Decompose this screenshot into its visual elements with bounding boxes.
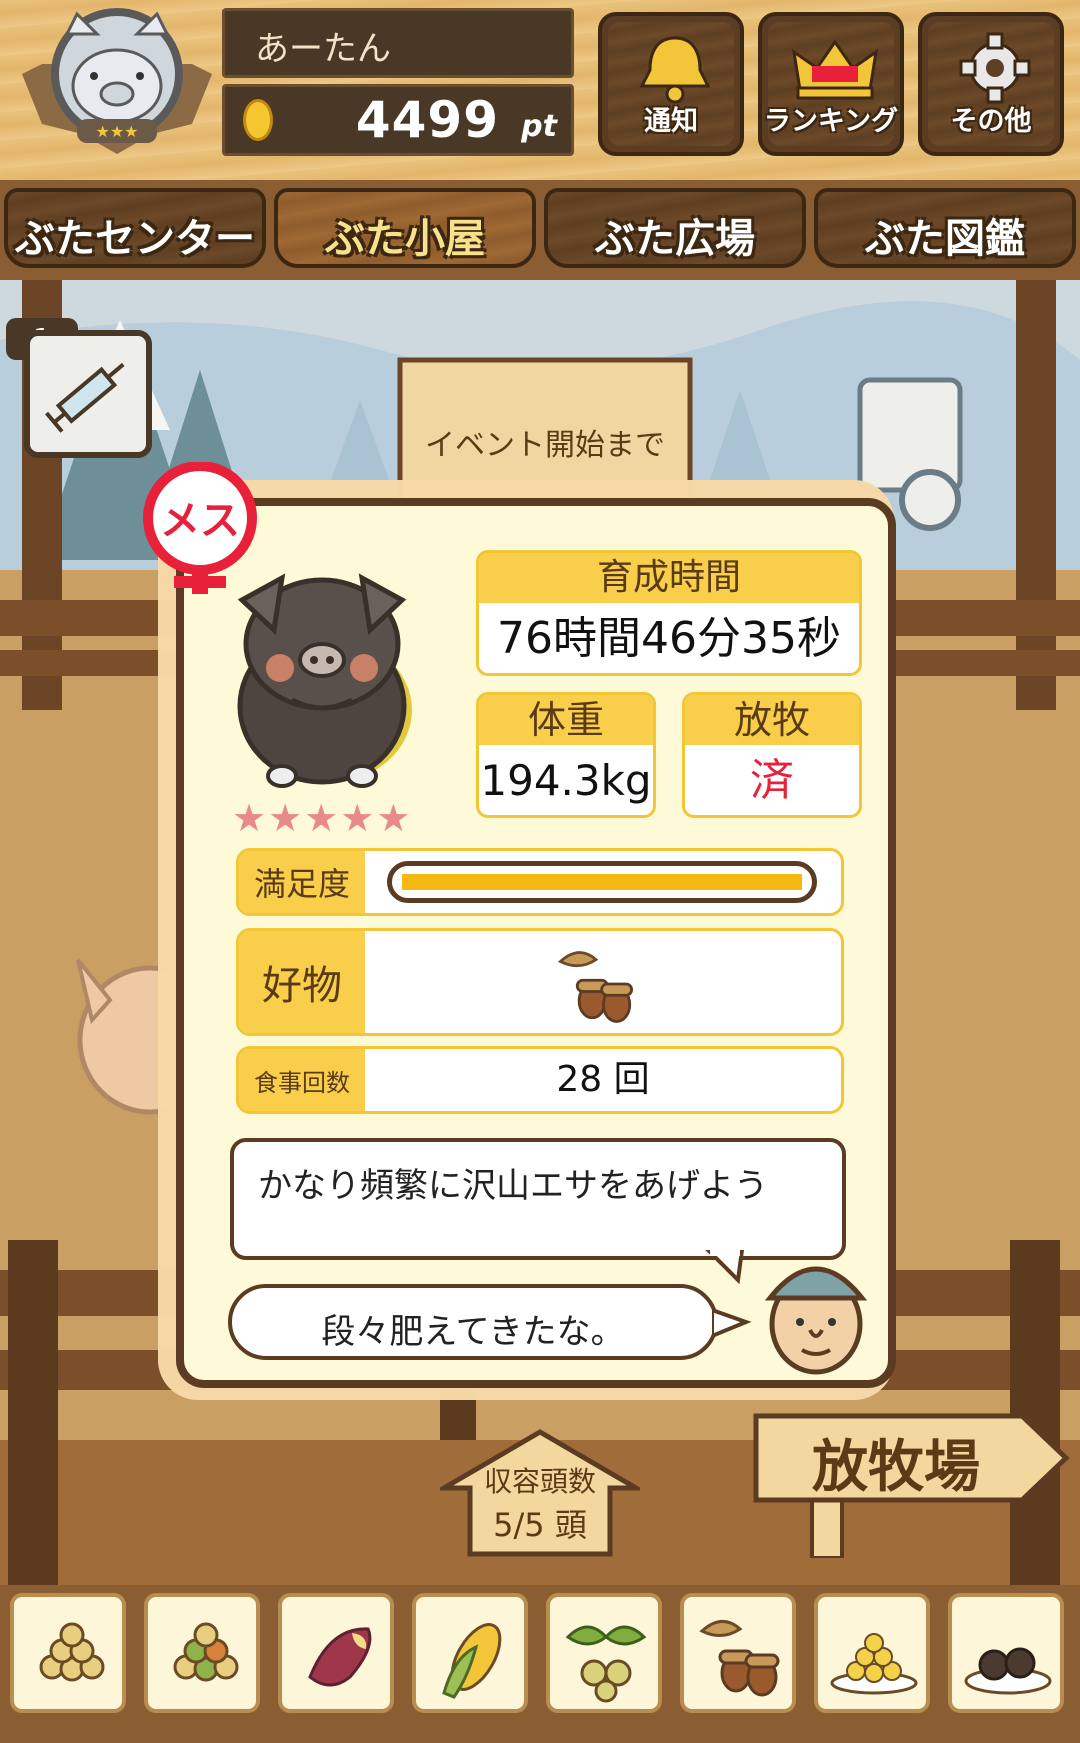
tab-label: ぶた広場 — [595, 216, 755, 262]
weight-label: 体重 — [479, 695, 653, 745]
pig-image — [222, 560, 432, 790]
tab-buta-zukan[interactable]: ぶた図鑑 — [814, 188, 1076, 268]
weight-value: 194.3kg — [480, 756, 652, 805]
pasture-label: 放牧場 — [812, 1435, 980, 1500]
farmer-comment-bubble: 段々肥えてきたな。 — [228, 1284, 718, 1360]
farmer-comment: 段々肥えてきたな。 — [321, 1312, 625, 1352]
acorn-icon — [557, 951, 634, 1023]
sweet-potato-icon — [308, 1627, 372, 1687]
food-sweet-potato[interactable] — [278, 1593, 394, 1713]
grain-plate-icon — [830, 1633, 918, 1695]
food-soybeans[interactable] — [10, 1593, 126, 1713]
satisfaction-label: 満足度 — [239, 851, 365, 913]
meals-row: 食事回数 28 回 — [236, 1046, 844, 1114]
vegetable-icon — [565, 1625, 647, 1703]
event-sign: イベント開始まで — [425, 428, 665, 463]
grazing-label: 放牧 — [685, 695, 859, 745]
star-icon: ★ — [304, 796, 339, 840]
points-unit: pt — [521, 109, 557, 144]
capacity-sign: 収容頭数 5/5 頭 — [440, 1428, 640, 1558]
star-icon: ★ — [268, 796, 303, 840]
points-value: 4499 — [355, 91, 499, 149]
notification-button[interactable]: 通知 — [598, 12, 744, 156]
satisfaction-bar — [387, 861, 817, 903]
coin-icon — [243, 99, 273, 141]
pasture-button[interactable]: 放牧場 — [752, 1408, 1072, 1558]
meals-value: 28 回 — [556, 1059, 650, 1100]
star-icon: ★ — [232, 796, 267, 840]
tab-label: ぶたセンター — [15, 216, 255, 262]
corn-icon — [442, 1623, 502, 1699]
crown-icon — [791, 39, 879, 100]
mixed-beans-icon — [173, 1622, 239, 1682]
tab-buta-hiroba[interactable]: ぶた広場 — [544, 188, 806, 268]
farmer-avatar — [764, 1266, 868, 1375]
raising-time-label: 育成時間 — [479, 553, 859, 603]
advice-bubble: かなり頻繁に沢山エサをあげよう — [230, 1138, 846, 1260]
satisfaction-bar-fill — [402, 874, 802, 890]
user-avatar[interactable]: ★★★ — [22, 4, 212, 154]
advice-bubble-tail — [705, 1250, 745, 1284]
raising-time-box: 育成時間 76時間46分35秒 — [476, 550, 862, 676]
username: あーたん — [255, 29, 391, 69]
food-vegetable[interactable] — [546, 1593, 662, 1713]
gender-label: メス — [160, 498, 240, 544]
svg-text:★★★: ★★★ — [95, 122, 138, 141]
tab-bar: ぶたセンター ぶた小屋 ぶた広場 ぶた図鑑 — [0, 180, 1080, 280]
tab-label: ぶた図鑑 — [865, 216, 1025, 262]
ranking-button[interactable]: ランキング — [758, 12, 904, 156]
food-bar — [0, 1585, 1080, 1743]
star-icon: ★ — [340, 796, 375, 840]
meals-label: 食事回数 — [239, 1049, 365, 1111]
satisfaction-row: 満足度 — [236, 848, 844, 916]
food-grain-plate[interactable] — [814, 1593, 930, 1713]
bell-icon — [639, 36, 711, 104]
other-button[interactable]: その他 — [918, 12, 1064, 156]
grazing-box: 放牧 済 — [682, 692, 862, 818]
tab-buta-goya[interactable]: ぶた小屋 — [274, 188, 536, 268]
food-mixed-beans[interactable] — [144, 1593, 260, 1713]
tab-buta-center[interactable]: ぶたセンター — [4, 188, 266, 268]
gear-icon — [959, 32, 1031, 104]
favorite-label: 好物 — [239, 931, 365, 1033]
advice-text: かなり頻繁に沢山エサをあげよう — [258, 1166, 768, 1206]
raising-time-value: 76時間46分35秒 — [497, 613, 841, 664]
ranking-label: ランキング — [763, 106, 899, 137]
tab-label: ぶた小屋 — [325, 216, 485, 262]
food-acorn[interactable] — [680, 1593, 796, 1713]
capacity-label: 収容頭数 — [483, 1465, 596, 1498]
username-box: あーたん — [222, 8, 574, 78]
grazing-value: 済 — [750, 755, 794, 806]
rating-stars: ★★★★★ — [232, 796, 412, 840]
favorite-row: 好物 — [236, 928, 844, 1036]
truffle-plate-icon — [964, 1647, 1052, 1695]
star-icon: ★ — [376, 796, 411, 840]
weight-box: 体重 194.3kg — [476, 692, 656, 818]
other-label: その他 — [950, 106, 1032, 137]
food-truffle-plate[interactable] — [948, 1593, 1064, 1713]
syringe-item-button[interactable] — [24, 330, 152, 458]
soybeans-icon — [39, 1622, 105, 1682]
header: ★★★ あーたん 4499 pt 通知 ランキング その他 — [0, 0, 1080, 180]
acorn-food-icon — [699, 1620, 780, 1697]
farmer-bubble-tail — [712, 1307, 752, 1339]
capacity-value: 5/5 頭 — [493, 1506, 587, 1544]
points-box: 4499 pt — [222, 84, 574, 156]
notification-label: 通知 — [644, 106, 698, 137]
syringe-icon — [45, 362, 125, 433]
food-corn[interactable] — [412, 1593, 528, 1713]
